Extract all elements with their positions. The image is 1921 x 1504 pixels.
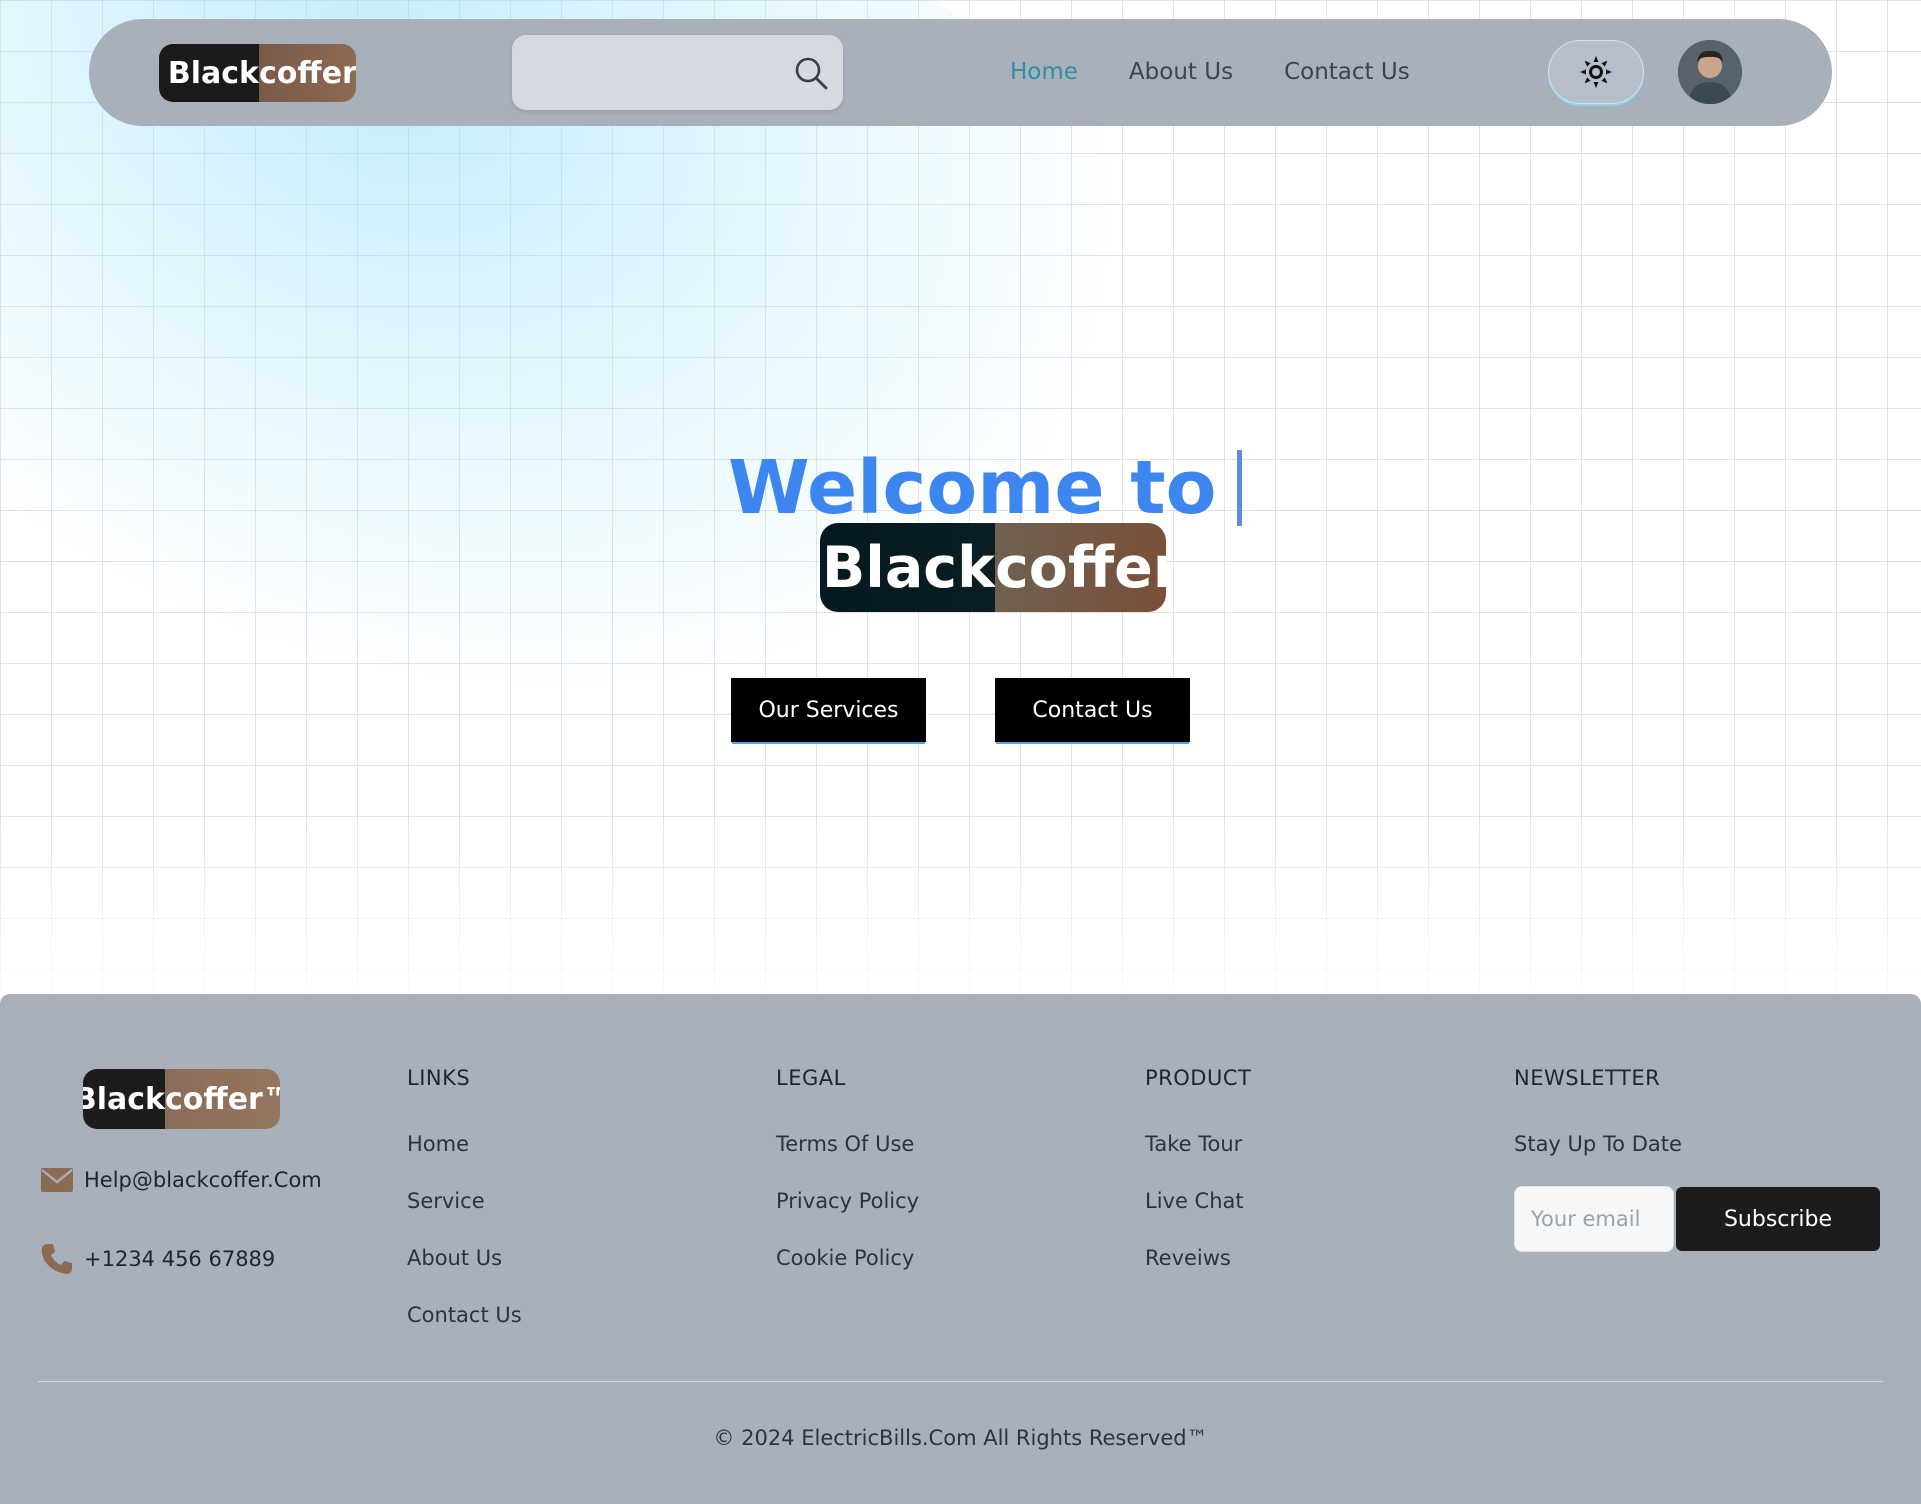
- logo-text-part2: coffer: [259, 44, 356, 102]
- navbar: Black coffer Home About Us Contact Us: [89, 19, 1832, 126]
- subscribe-button[interactable]: Subscribe: [1676, 1187, 1880, 1251]
- footer-link-privacy[interactable]: Privacy Policy: [776, 1183, 919, 1219]
- legal-heading: LEGAL: [776, 1066, 846, 1090]
- footer-links-column: LINKS Home Service About Us Contact Us: [407, 1060, 522, 1354]
- footer-newsletter-column: NEWSLETTER Stay Up To Date: [1514, 1060, 1682, 1162]
- background-fade: [0, 820, 1921, 1000]
- search-icon[interactable]: [791, 53, 831, 93]
- logo-text-part1: Black: [159, 44, 259, 102]
- footer-phone-text: +1234 456 67889: [84, 1247, 276, 1271]
- search-input[interactable]: [512, 35, 782, 110]
- newsletter-heading: NEWSLETTER: [1514, 1066, 1661, 1090]
- footer-email-text: Help@blackcoffer.Com: [84, 1168, 322, 1192]
- hero-logo-part1: Black: [820, 523, 995, 612]
- footer-email[interactable]: Help@blackcoffer.Com: [40, 1166, 322, 1194]
- footer: Black coffer™ Help@blackcoffer.Com +1234 …: [0, 994, 1921, 1504]
- navbar-logo[interactable]: Black coffer: [159, 44, 356, 102]
- footer-divider: [38, 1381, 1883, 1382]
- nav-link-about[interactable]: About Us: [1129, 55, 1233, 89]
- avatar-icon: [1678, 40, 1742, 104]
- copyright-text: © 2024 ElectricBills.Com All Rights Rese…: [713, 1426, 1208, 1450]
- footer-logo[interactable]: Black coffer™: [83, 1069, 280, 1129]
- contact-us-button[interactable]: Contact Us: [995, 678, 1190, 742]
- footer-link-chat[interactable]: Live Chat: [1145, 1183, 1251, 1219]
- footer-link-tour[interactable]: Take Tour: [1145, 1126, 1251, 1162]
- mail-icon: [41, 1168, 73, 1192]
- footer-link-reviews[interactable]: Reveiws: [1145, 1240, 1251, 1276]
- links-heading: LINKS: [407, 1066, 471, 1090]
- user-avatar[interactable]: [1678, 40, 1742, 104]
- main-nav: Home About Us Contact Us: [1010, 55, 1461, 89]
- nav-link-contact[interactable]: Contact Us: [1284, 55, 1410, 89]
- footer-product-column: PRODUCT Take Tour Live Chat Reveiws: [1145, 1060, 1251, 1297]
- footer-link-contact[interactable]: Contact Us: [407, 1297, 522, 1333]
- footer-link-about[interactable]: About Us: [407, 1240, 522, 1276]
- footer-phone[interactable]: +1234 456 67889: [40, 1242, 275, 1276]
- theme-toggle-button[interactable]: [1548, 40, 1644, 104]
- product-heading: PRODUCT: [1145, 1066, 1252, 1090]
- hero-logo-part2: coffer: [995, 523, 1166, 612]
- hero-title-text: Welcome to: [728, 444, 1217, 531]
- hero-logo: Black coffer: [820, 523, 1166, 612]
- footer-link-terms[interactable]: Terms Of Use: [776, 1126, 919, 1162]
- our-services-button[interactable]: Our Services: [731, 678, 926, 742]
- newsletter-email-input[interactable]: [1514, 1186, 1674, 1252]
- sun-icon: [1580, 56, 1612, 88]
- footer-link-home[interactable]: Home: [407, 1126, 522, 1162]
- search-bar[interactable]: [512, 35, 843, 110]
- phone-icon: [41, 1244, 72, 1274]
- typing-caret: [1236, 449, 1242, 526]
- nav-link-home[interactable]: Home: [1010, 55, 1078, 89]
- footer-legal-column: LEGAL Terms Of Use Privacy Policy Cookie…: [776, 1060, 919, 1297]
- newsletter-tagline: Stay Up To Date: [1514, 1132, 1682, 1156]
- footer-link-cookie[interactable]: Cookie Policy: [776, 1240, 919, 1276]
- footer-logo-part1: Black: [83, 1069, 165, 1129]
- footer-link-service[interactable]: Service: [407, 1183, 522, 1219]
- footer-logo-part2: coffer™: [165, 1069, 280, 1129]
